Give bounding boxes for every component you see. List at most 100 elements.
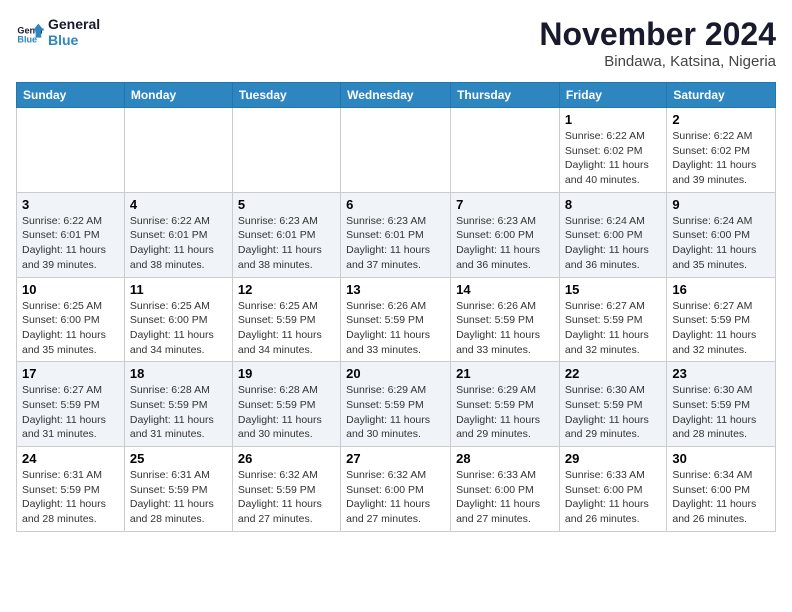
day-number: 28 bbox=[456, 451, 554, 466]
day-number: 26 bbox=[238, 451, 335, 466]
calendar-cell: 9 Sunrise: 6:24 AMSunset: 6:00 PMDaylight… bbox=[667, 192, 776, 277]
header-sunday: Sunday bbox=[17, 83, 125, 108]
cell-info: Sunrise: 6:22 AMSunset: 6:01 PMDaylight:… bbox=[22, 214, 119, 273]
day-number: 13 bbox=[346, 282, 445, 297]
week-row-2: 3 Sunrise: 6:22 AMSunset: 6:01 PMDaylight… bbox=[17, 192, 776, 277]
header-thursday: Thursday bbox=[451, 83, 560, 108]
calendar-cell: 7 Sunrise: 6:23 AMSunset: 6:00 PMDaylight… bbox=[451, 192, 560, 277]
calendar-cell bbox=[341, 108, 451, 193]
day-number: 29 bbox=[565, 451, 661, 466]
day-number: 20 bbox=[346, 366, 445, 381]
cell-info: Sunrise: 6:26 AMSunset: 5:59 PMDaylight:… bbox=[456, 299, 554, 358]
header-monday: Monday bbox=[124, 83, 232, 108]
cell-info: Sunrise: 6:25 AMSunset: 5:59 PMDaylight:… bbox=[238, 299, 335, 358]
calendar-cell: 4 Sunrise: 6:22 AMSunset: 6:01 PMDaylight… bbox=[124, 192, 232, 277]
day-number: 18 bbox=[130, 366, 227, 381]
calendar-cell: 16Sunrise: 6:27 AMSunset: 5:59 PMDayligh… bbox=[667, 277, 776, 362]
calendar-cell: 5 Sunrise: 6:23 AMSunset: 6:01 PMDaylight… bbox=[232, 192, 340, 277]
calendar-cell bbox=[124, 108, 232, 193]
calendar-cell bbox=[17, 108, 125, 193]
cell-info: Sunrise: 6:22 AMSunset: 6:01 PMDaylight:… bbox=[130, 214, 227, 273]
logo-text-line2: Blue bbox=[48, 32, 100, 48]
calendar-cell: 3 Sunrise: 6:22 AMSunset: 6:01 PMDaylight… bbox=[17, 192, 125, 277]
calendar-cell: 28Sunrise: 6:33 AMSunset: 6:00 PMDayligh… bbox=[451, 447, 560, 532]
day-number: 9 bbox=[672, 197, 770, 212]
day-number: 27 bbox=[346, 451, 445, 466]
calendar-cell: 17 Sunrise: 6:27 AMSunset: 5:59 PMDayligh… bbox=[17, 362, 125, 447]
day-number: 4 bbox=[130, 197, 227, 212]
cell-info: Sunrise: 6:25 AMSunset: 6:00 PMDaylight:… bbox=[22, 299, 119, 358]
cell-info: Sunrise: 6:30 AMSunset: 5:59 PMDaylight:… bbox=[565, 383, 661, 442]
cell-info: Sunrise: 6:22 AMSunset: 6:02 PMDaylight:… bbox=[672, 129, 770, 188]
calendar-header-row: SundayMondayTuesdayWednesdayThursdayFrid… bbox=[17, 83, 776, 108]
day-number: 22 bbox=[565, 366, 661, 381]
cell-info: Sunrise: 6:26 AMSunset: 5:59 PMDaylight:… bbox=[346, 299, 445, 358]
calendar-cell: 18 Sunrise: 6:28 AMSunset: 5:59 PMDayligh… bbox=[124, 362, 232, 447]
logo-icon: General Blue bbox=[16, 18, 44, 46]
calendar-cell: 10 Sunrise: 6:25 AMSunset: 6:00 PMDayligh… bbox=[17, 277, 125, 362]
day-number: 10 bbox=[22, 282, 119, 297]
calendar-cell: 12 Sunrise: 6:25 AMSunset: 5:59 PMDayligh… bbox=[232, 277, 340, 362]
day-number: 30 bbox=[672, 451, 770, 466]
cell-info: Sunrise: 6:29 AMSunset: 5:59 PMDaylight:… bbox=[346, 383, 445, 442]
day-number: 1 bbox=[565, 112, 661, 127]
header-friday: Friday bbox=[559, 83, 666, 108]
location-title: Bindawa, Katsina, Nigeria bbox=[539, 53, 776, 70]
day-number: 21 bbox=[456, 366, 554, 381]
header: General Blue General Blue November 2024 … bbox=[16, 16, 776, 70]
calendar-cell: 13 Sunrise: 6:26 AMSunset: 5:59 PMDayligh… bbox=[341, 277, 451, 362]
calendar-cell: 25 Sunrise: 6:31 AMSunset: 5:59 PMDayligh… bbox=[124, 447, 232, 532]
calendar-cell: 19Sunrise: 6:28 AMSunset: 5:59 PMDayligh… bbox=[232, 362, 340, 447]
cell-info: Sunrise: 6:24 AMSunset: 6:00 PMDaylight:… bbox=[672, 214, 770, 273]
calendar-cell: 8 Sunrise: 6:24 AMSunset: 6:00 PMDaylight… bbox=[559, 192, 666, 277]
calendar-cell: 14 Sunrise: 6:26 AMSunset: 5:59 PMDayligh… bbox=[451, 277, 560, 362]
cell-info: Sunrise: 6:32 AMSunset: 6:00 PMDaylight:… bbox=[346, 468, 445, 527]
cell-info: Sunrise: 6:27 AMSunset: 5:59 PMDaylight:… bbox=[22, 383, 119, 442]
day-number: 19 bbox=[238, 366, 335, 381]
cell-info: Sunrise: 6:23 AMSunset: 6:01 PMDaylight:… bbox=[346, 214, 445, 273]
cell-info: Sunrise: 6:23 AMSunset: 6:01 PMDaylight:… bbox=[238, 214, 335, 273]
cell-info: Sunrise: 6:25 AMSunset: 6:00 PMDaylight:… bbox=[130, 299, 227, 358]
month-title: November 2024 bbox=[539, 16, 776, 53]
day-number: 23 bbox=[672, 366, 770, 381]
day-number: 5 bbox=[238, 197, 335, 212]
cell-info: Sunrise: 6:24 AMSunset: 6:00 PMDaylight:… bbox=[565, 214, 661, 273]
logo: General Blue General Blue bbox=[16, 16, 100, 48]
week-row-1: 1 Sunrise: 6:22 AMSunset: 6:02 PMDaylight… bbox=[17, 108, 776, 193]
calendar-cell: 23 Sunrise: 6:30 AMSunset: 5:59 PMDayligh… bbox=[667, 362, 776, 447]
header-saturday: Saturday bbox=[667, 83, 776, 108]
calendar-cell: 26 Sunrise: 6:32 AMSunset: 5:59 PMDayligh… bbox=[232, 447, 340, 532]
cell-info: Sunrise: 6:27 AMSunset: 5:59 PMDaylight:… bbox=[565, 299, 661, 358]
day-number: 3 bbox=[22, 197, 119, 212]
cell-info: Sunrise: 6:30 AMSunset: 5:59 PMDaylight:… bbox=[672, 383, 770, 442]
calendar-cell: 15 Sunrise: 6:27 AMSunset: 5:59 PMDayligh… bbox=[559, 277, 666, 362]
calendar-cell: 21Sunrise: 6:29 AMSunset: 5:59 PMDayligh… bbox=[451, 362, 560, 447]
calendar-cell: 27 Sunrise: 6:32 AMSunset: 6:00 PMDayligh… bbox=[341, 447, 451, 532]
cell-info: Sunrise: 6:33 AMSunset: 6:00 PMDaylight:… bbox=[565, 468, 661, 527]
cell-info: Sunrise: 6:28 AMSunset: 5:59 PMDaylight:… bbox=[130, 383, 227, 442]
calendar-cell: 6 Sunrise: 6:23 AMSunset: 6:01 PMDaylight… bbox=[341, 192, 451, 277]
cell-info: Sunrise: 6:27 AMSunset: 5:59 PMDaylight:… bbox=[672, 299, 770, 358]
day-number: 2 bbox=[672, 112, 770, 127]
calendar-cell: 1Sunrise: 6:22 AMSunset: 6:02 PMDaylight… bbox=[559, 108, 666, 193]
cell-info: Sunrise: 6:23 AMSunset: 6:00 PMDaylight:… bbox=[456, 214, 554, 273]
day-number: 8 bbox=[565, 197, 661, 212]
cell-info: Sunrise: 6:31 AMSunset: 5:59 PMDaylight:… bbox=[22, 468, 119, 527]
title-area: November 2024 Bindawa, Katsina, Nigeria bbox=[539, 16, 776, 70]
day-number: 7 bbox=[456, 197, 554, 212]
calendar-cell bbox=[232, 108, 340, 193]
calendar-cell: 11Sunrise: 6:25 AMSunset: 6:00 PMDayligh… bbox=[124, 277, 232, 362]
calendar-cell: 29 Sunrise: 6:33 AMSunset: 6:00 PMDayligh… bbox=[559, 447, 666, 532]
cell-info: Sunrise: 6:31 AMSunset: 5:59 PMDaylight:… bbox=[130, 468, 227, 527]
day-number: 25 bbox=[130, 451, 227, 466]
week-row-4: 17 Sunrise: 6:27 AMSunset: 5:59 PMDayligh… bbox=[17, 362, 776, 447]
day-number: 17 bbox=[22, 366, 119, 381]
day-number: 12 bbox=[238, 282, 335, 297]
day-number: 6 bbox=[346, 197, 445, 212]
cell-info: Sunrise: 6:32 AMSunset: 5:59 PMDaylight:… bbox=[238, 468, 335, 527]
calendar-table: SundayMondayTuesdayWednesdayThursdayFrid… bbox=[16, 82, 776, 532]
cell-info: Sunrise: 6:34 AMSunset: 6:00 PMDaylight:… bbox=[672, 468, 770, 527]
day-number: 15 bbox=[565, 282, 661, 297]
week-row-5: 24Sunrise: 6:31 AMSunset: 5:59 PMDayligh… bbox=[17, 447, 776, 532]
day-number: 14 bbox=[456, 282, 554, 297]
